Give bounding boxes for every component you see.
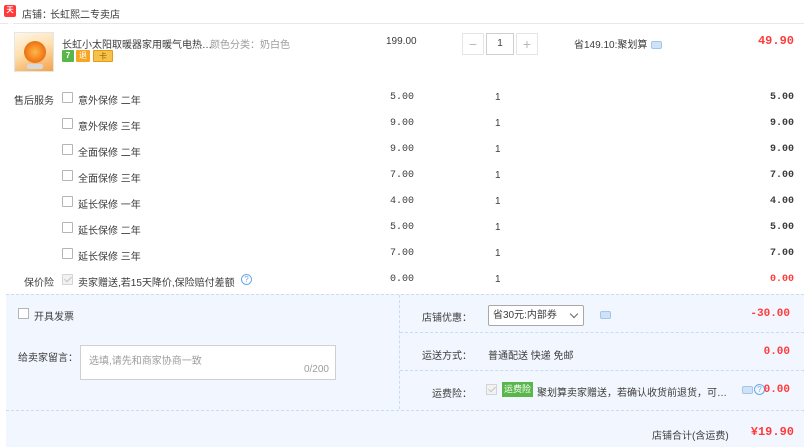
- price-protection-name: 卖家赠送,若15天降价,保险赔付差额: [78, 278, 235, 289]
- service-row: 售后服务 意外保修 二年 5.00 1 5.00: [0, 85, 804, 111]
- chat-icon[interactable]: [742, 385, 753, 394]
- seven-day-return-icon: 7: [62, 50, 74, 62]
- price-protection-label: 保价险: [24, 278, 54, 289]
- message-placeholder: 选填,请先和商家协商一致: [89, 356, 202, 367]
- shop-header: 天猫 店铺： 长虹熙二专卖店: [0, 0, 804, 26]
- product-total: 49.90: [757, 34, 794, 48]
- service-name: 全面保修 三年: [78, 174, 141, 185]
- shop-discount-label: 店铺优惠：: [422, 313, 472, 324]
- shipping-row: 运送方式： 普通配送 快递 免邮 0.00: [400, 333, 804, 371]
- service-row: 延长保修 三年 7.00 1 7.00: [0, 241, 804, 267]
- order-summary-panel: 开具发票 给卖家留言： 选填,请先和商家协商一致 0/200 店铺优惠： 省30…: [6, 294, 804, 447]
- product-unit-price: 199.00: [386, 36, 417, 47]
- service-row: 全面保修 三年 7.00 1 7.00: [0, 163, 804, 189]
- service-checkbox[interactable]: [62, 170, 73, 181]
- seller-message-input[interactable]: 选填,请先和商家协商一致 0/200: [80, 345, 336, 380]
- price-protection-row: 保价险 卖家赠送,若15天降价,保险赔付差额 ? 0.00 1 0.00: [0, 267, 804, 293]
- service-name: 意外保修 二年: [78, 96, 141, 107]
- price-protection-qty: 1: [495, 274, 501, 285]
- quantity-stepper: − 1 +: [462, 33, 538, 55]
- service-total: 4.00: [769, 196, 794, 207]
- freight-insurance-label: 运费险：: [432, 389, 472, 400]
- service-row: 意外保修 三年 9.00 1 9.00: [0, 111, 804, 137]
- service-price: 7.00: [390, 248, 415, 259]
- help-icon[interactable]: ?: [241, 274, 252, 285]
- shop-total-label: 店铺合计(含运费): [652, 431, 729, 442]
- coupon-select[interactable]: 省30元:内部券: [488, 305, 584, 326]
- service-price: 5.00: [390, 222, 415, 233]
- chevron-down-icon: [569, 309, 579, 319]
- product-thumbnail[interactable]: [14, 32, 54, 72]
- message-label: 给卖家留言：: [18, 353, 78, 364]
- service-name: 全面保修 二年: [78, 148, 141, 159]
- shipping-cost: 0.00: [763, 346, 790, 358]
- services-label: 售后服务: [14, 96, 54, 107]
- product-title-link[interactable]: 长虹小太阳取暖器家用暖气电热…: [62, 36, 212, 51]
- shop-label: 店铺：: [22, 10, 52, 21]
- quantity-input[interactable]: 1: [486, 33, 514, 55]
- invoice-checkbox[interactable]: [18, 308, 29, 319]
- price-protection-total: 0.00: [769, 274, 794, 285]
- card-badge-icon: 卡: [93, 50, 113, 62]
- service-checkbox[interactable]: [62, 118, 73, 129]
- service-row: 全面保修 二年 9.00 1 9.00: [0, 137, 804, 163]
- service-price: 4.00: [390, 196, 415, 207]
- service-checkbox[interactable]: [62, 222, 73, 233]
- service-qty: 1: [495, 196, 501, 207]
- shipping-label: 运送方式：: [422, 351, 472, 362]
- service-qty: 1: [495, 144, 501, 155]
- service-price: 7.00: [390, 170, 415, 181]
- service-qty: 1: [495, 170, 501, 181]
- service-qty: 1: [495, 222, 501, 233]
- tmall-logo-icon: 天猫: [4, 5, 16, 26]
- return-badge-icon: 退: [76, 50, 90, 62]
- invoice-label[interactable]: 开具发票: [34, 308, 74, 323]
- service-row: 延长保修 一年 4.00 1 4.00: [0, 189, 804, 215]
- service-total: 7.00: [769, 170, 794, 181]
- service-price: 9.00: [390, 118, 415, 129]
- chat-icon[interactable]: [600, 311, 611, 319]
- service-total: 9.00: [769, 118, 794, 129]
- service-total: 9.00: [769, 144, 794, 155]
- service-checkbox[interactable]: [62, 92, 73, 103]
- product-savings: 省149.10:聚划算: [574, 36, 663, 51]
- shop-total-value: ¥19.90: [750, 425, 794, 439]
- service-total: 5.00: [769, 222, 794, 233]
- service-row: 延长保修 二年 5.00 1 5.00: [0, 215, 804, 241]
- freight-insurance-cost: 0.00: [763, 384, 790, 396]
- price-protection-price: 0.00: [390, 274, 415, 285]
- shipping-method: 普通配送 快递 免邮: [488, 351, 574, 362]
- freight-insurance-tag: 运费险: [502, 382, 534, 397]
- service-qty: 1: [495, 118, 501, 129]
- service-checkbox[interactable]: [62, 248, 73, 259]
- product-spec: 颜色分类：奶白色: [210, 40, 290, 51]
- service-checkbox[interactable]: [62, 144, 73, 155]
- service-qty: 1: [495, 248, 501, 259]
- shop-discount-row: 店铺优惠： 省30元:内部券 -30.00: [400, 295, 804, 333]
- heater-image-icon: [24, 41, 46, 63]
- service-price: 5.00: [390, 92, 415, 103]
- service-name: 延长保修 二年: [78, 226, 141, 237]
- service-name: 意外保修 三年: [78, 122, 141, 133]
- freight-insurance-checkbox: [486, 384, 497, 395]
- freight-insurance-row: 运费险： 运费险 聚划算卖家赠送，若确认收货前退货，可获… ? 0.00: [400, 371, 804, 409]
- freight-insurance-text: 聚划算卖家赠送，若确认收货前退货，可获…: [537, 388, 729, 399]
- quantity-increase-button[interactable]: +: [516, 33, 538, 55]
- price-protection-checkbox: [62, 274, 73, 285]
- message-counter: 0/200: [303, 364, 329, 375]
- service-total: 7.00: [769, 248, 794, 259]
- service-price: 9.00: [390, 144, 415, 155]
- shop-total-row: 店铺合计(含运费) ¥19.90: [6, 410, 804, 447]
- service-qty: 1: [495, 92, 501, 103]
- product-row: 长虹小太阳取暖器家用暖气电热… 颜色分类：奶白色 7 退 卡 199.00 − …: [0, 24, 804, 80]
- quantity-decrease-button[interactable]: −: [462, 33, 484, 55]
- service-name: 延长保修 一年: [78, 200, 141, 211]
- shop-name-link[interactable]: 长虹熙二专卖店: [50, 6, 120, 21]
- chat-icon[interactable]: [651, 41, 663, 50]
- service-name: 延长保修 三年: [78, 252, 141, 263]
- service-total: 5.00: [769, 92, 794, 103]
- shop-discount-value: -30.00: [750, 308, 790, 320]
- service-checkbox[interactable]: [62, 196, 73, 207]
- order-options: 开具发票 给卖家留言： 选填,请先和商家协商一致 0/200: [6, 295, 400, 409]
